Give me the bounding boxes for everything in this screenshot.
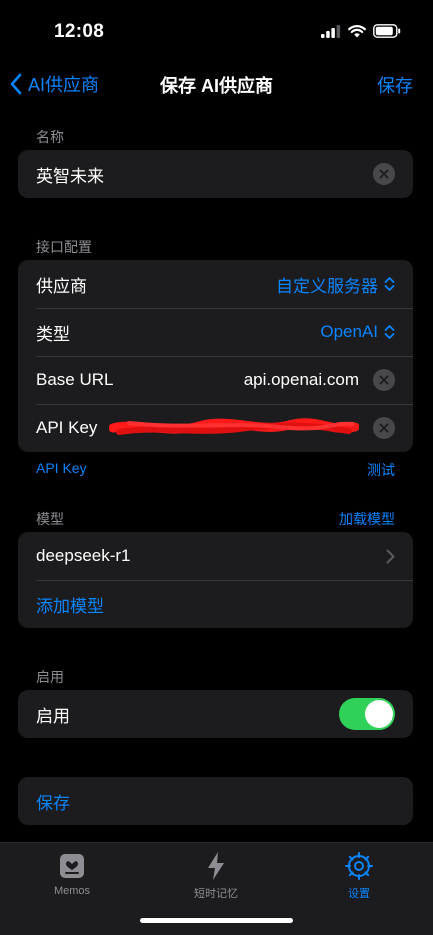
- bolt-icon: [208, 852, 224, 880]
- save-row[interactable]: 保存: [18, 777, 413, 825]
- type-select[interactable]: OpenAI: [320, 322, 395, 342]
- provider-row[interactable]: 供应商 自定义服务器: [18, 260, 413, 308]
- close-icon: [379, 169, 389, 179]
- clear-api-key-button[interactable]: [373, 417, 395, 439]
- add-model-row[interactable]: 添加模型: [18, 580, 413, 628]
- api-config-card: 供应商 自定义服务器 类型 OpenAI Base URL api.openai…: [18, 260, 413, 452]
- home-indicator: [140, 918, 293, 923]
- model-name: deepseek-r1: [36, 546, 131, 565]
- provider-value: 自定义服务器: [276, 276, 378, 296]
- base-url-row: Base URL api.openai.com: [18, 356, 413, 404]
- name-card: 英智未来: [18, 150, 413, 198]
- api-key-row: API Key: [18, 404, 413, 452]
- gear-icon: [345, 852, 373, 880]
- api-key-link[interactable]: API Key: [36, 460, 87, 476]
- api-key-input-redacted[interactable]: [108, 417, 360, 439]
- test-button[interactable]: 测试: [367, 460, 395, 480]
- name-field[interactable]: 英智未来: [18, 150, 413, 198]
- model-row[interactable]: deepseek-r1: [18, 532, 413, 580]
- tab-short-term-memory[interactable]: 短时记忆: [156, 849, 276, 901]
- toggle-knob: [365, 700, 393, 728]
- chevron-up-down-icon: [384, 325, 395, 339]
- tab-memos-label: Memos: [53, 885, 91, 897]
- type-value: OpenAI: [320, 322, 378, 341]
- save-button[interactable]: 保存: [36, 789, 70, 814]
- chevron-up-down-icon: [384, 277, 395, 291]
- memo-icon: [60, 854, 84, 878]
- clear-name-button[interactable]: [373, 163, 395, 185]
- close-icon: [379, 375, 389, 385]
- api-section-label: 接口配置: [36, 239, 92, 255]
- type-label: 类型: [36, 324, 70, 344]
- chevron-left-icon: [10, 73, 22, 95]
- model-section-label: 模型: [36, 511, 64, 527]
- tab-settings[interactable]: 设置: [299, 849, 419, 901]
- provider-select[interactable]: 自定义服务器: [276, 272, 395, 297]
- chevron-right-icon: [386, 549, 395, 563]
- enable-toggle[interactable]: [339, 698, 395, 730]
- load-models-button[interactable]: 加载模型: [339, 509, 395, 529]
- nav-save-button[interactable]: 保存: [377, 72, 413, 98]
- status-time: 12:08: [54, 21, 105, 42]
- api-key-label: API Key: [36, 418, 98, 437]
- signal-icon: [321, 24, 341, 38]
- wifi-icon: [348, 24, 366, 37]
- back-button[interactable]: AI供应商: [10, 71, 99, 97]
- name-input-value[interactable]: 英智未来: [36, 162, 104, 187]
- close-icon: [379, 423, 389, 433]
- base-url-input[interactable]: api.openai.com: [244, 370, 359, 390]
- name-section-label: 名称: [36, 129, 64, 145]
- model-card: deepseek-r1 添加模型: [18, 532, 413, 628]
- status-bar: 12:08: [0, 0, 433, 60]
- battery-icon: [373, 24, 401, 38]
- enable-section-label: 启用: [36, 669, 64, 685]
- add-model-button[interactable]: 添加模型: [36, 592, 104, 617]
- enable-label: 启用: [36, 706, 70, 726]
- enable-row: 启用: [18, 690, 413, 738]
- redaction-scribble: [108, 418, 360, 435]
- tab-short-term-memory-label: 短时记忆: [194, 888, 238, 900]
- enable-card: 启用: [18, 690, 413, 738]
- status-icons: [321, 24, 401, 38]
- tab-settings-label: 设置: [348, 888, 370, 900]
- type-row[interactable]: 类型 OpenAI: [18, 308, 413, 356]
- base-url-label: Base URL: [36, 370, 114, 389]
- tab-memos[interactable]: Memos: [12, 849, 132, 897]
- clear-base-url-button[interactable]: [373, 369, 395, 391]
- back-button-label: AI供应商: [28, 75, 100, 95]
- save-card: 保存: [18, 777, 413, 825]
- provider-label: 供应商: [36, 276, 87, 296]
- nav-bar: AI供应商 保存 AI供应商 保存: [0, 60, 433, 108]
